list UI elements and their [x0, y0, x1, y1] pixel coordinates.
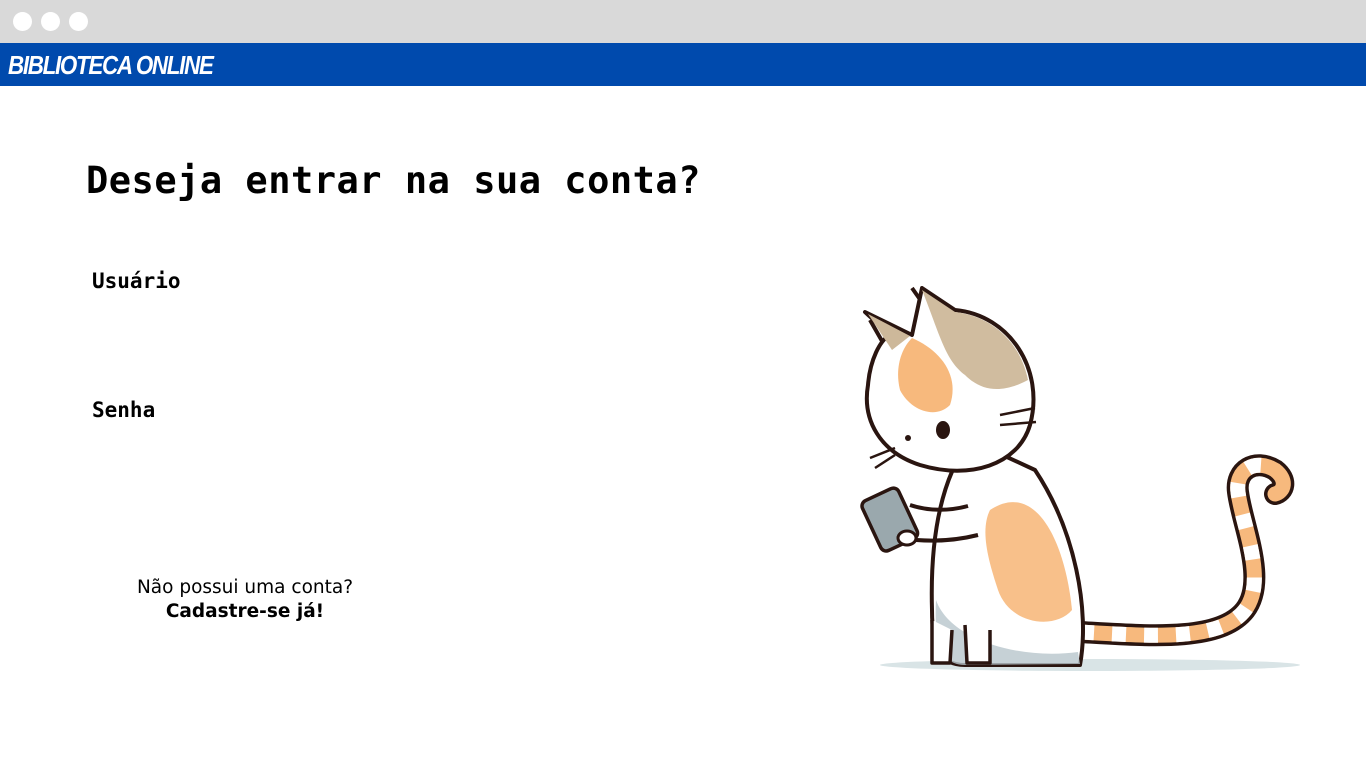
window-close-dot[interactable] — [13, 12, 32, 31]
browser-chrome-bar — [0, 0, 1366, 43]
site-header: BIBLIOTECA ONLINE — [0, 43, 1366, 86]
window-maximize-dot[interactable] — [69, 12, 88, 31]
window-minimize-dot[interactable] — [41, 12, 60, 31]
password-label: Senha — [92, 398, 156, 422]
username-label: Usuário — [92, 269, 181, 293]
cat-with-phone-illustration — [860, 286, 1300, 671]
username-input[interactable] — [92, 303, 652, 341]
brand-logo-text[interactable]: BIBLIOTECA ONLINE — [8, 49, 214, 81]
page-title: Deseja entrar na sua conta? — [86, 159, 701, 202]
password-input[interactable] — [92, 432, 652, 470]
signup-link[interactable]: Cadastre-se já! — [110, 600, 380, 624]
signup-prompt-text: Não possui uma conta? — [136, 577, 354, 598]
signup-prompt-block: Não possui uma conta? Cadastre-se já! — [110, 576, 380, 624]
